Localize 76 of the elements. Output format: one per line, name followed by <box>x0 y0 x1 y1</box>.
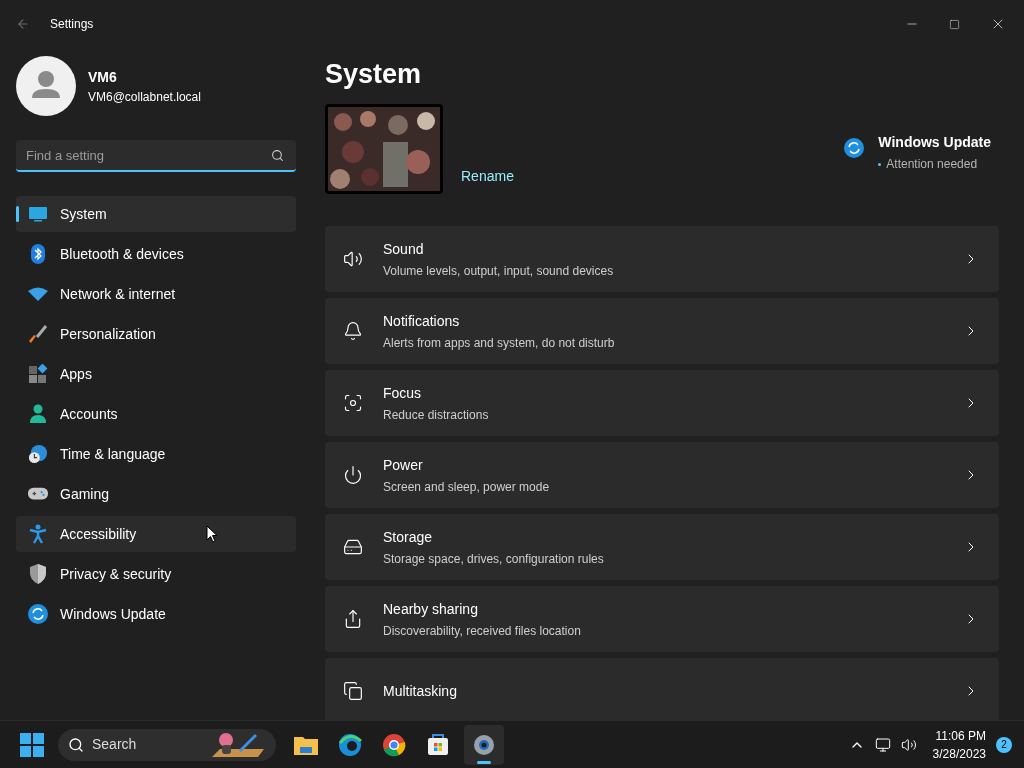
sidebar-item[interactable]: Gaming <box>16 476 296 512</box>
flower-pot-icon <box>210 730 266 759</box>
sidebar-item[interactable]: Windows Update <box>16 596 296 632</box>
selection-indicator <box>16 206 19 222</box>
accessibility-figure-icon <box>29 524 47 544</box>
card-subtitle: Volume levels, output, input, sound devices <box>383 262 615 280</box>
card-title: Notifications <box>383 311 461 331</box>
clock-date[interactable]: 3/28/2023 <box>932 744 986 763</box>
settings-card[interactable]: Power Screen and sleep, power mode <box>325 442 999 508</box>
sidebar-item[interactable]: Personalization <box>16 316 296 352</box>
start-button[interactable] <box>20 732 44 757</box>
search-field[interactable]: Find a setting <box>16 140 296 172</box>
volume-icon[interactable] <box>900 736 917 753</box>
sidebar-item[interactable]: Privacy & security <box>16 556 296 592</box>
drive-icon <box>343 537 363 557</box>
notification-count[interactable]: 2 <box>996 736 1012 753</box>
sidebar-item[interactable]: Bluetooth & devices <box>16 236 296 272</box>
gear-icon <box>472 732 496 757</box>
update-title[interactable]: Windows Update <box>878 132 991 153</box>
sidebar-item[interactable]: Apps <box>16 356 296 392</box>
shield-icon <box>29 564 47 584</box>
sidebar-item[interactable]: Accounts <box>16 396 296 432</box>
settings-card[interactable]: Nearby sharing Discoverability, received files location <box>325 586 999 652</box>
sidebar-item[interactable]: System <box>16 196 296 232</box>
paintbrush-icon <box>28 324 48 344</box>
bluetooth-icon <box>30 244 46 264</box>
apps-icon <box>28 364 48 384</box>
card-subtitle: Reduce distractions <box>383 406 490 424</box>
running-indicator <box>477 760 491 764</box>
settings-card[interactable]: Multitasking <box>325 658 999 720</box>
share-icon <box>343 609 363 629</box>
card-title: Focus <box>383 383 423 403</box>
settings-taskbar-button[interactable] <box>464 724 504 765</box>
card-subtitle: Storage space, drives, configuration rules <box>383 550 605 568</box>
sync-icon <box>844 138 865 158</box>
person-icon <box>29 404 47 424</box>
maximize-button[interactable] <box>949 18 960 30</box>
gamepad-icon <box>28 486 48 502</box>
focus-icon <box>343 393 363 413</box>
globe-clock-icon <box>28 443 48 465</box>
search-icon <box>68 736 84 753</box>
card-title: Sound <box>383 239 425 259</box>
search-icon <box>271 149 284 162</box>
mouse-pointer-icon <box>206 525 218 543</box>
settings-card[interactable]: Notifications Alerts from apps and system, do not disturb <box>325 298 999 364</box>
card-title: Power <box>383 455 424 475</box>
account-email: VM6@collabnet.local <box>88 88 201 106</box>
network-icon[interactable] <box>874 736 891 753</box>
settings-card[interactable]: Sound Volume levels, output, input, sound devices <box>325 226 999 292</box>
sync-icon <box>28 604 48 624</box>
sidebar-item[interactable]: Time & language <box>16 436 296 472</box>
card-subtitle: Discoverability, received files location <box>383 622 582 640</box>
settings-card[interactable]: Storage Storage space, drives, configuration rules <box>325 514 999 580</box>
taskbar-search[interactable]: Search <box>58 728 276 761</box>
avatar-icon <box>16 56 76 116</box>
card-subtitle: Screen and sleep, power mode <box>383 478 551 496</box>
page-title: System <box>325 58 423 91</box>
card-title: Multitasking <box>383 681 458 701</box>
update-status: Attention needed <box>886 156 978 173</box>
window-title: Settings <box>50 16 94 33</box>
wifi-icon <box>28 287 48 301</box>
speaker-icon <box>343 249 363 269</box>
sidebar-item[interactable]: Accessibility <box>16 516 296 552</box>
monitor-icon <box>28 206 48 222</box>
power-icon <box>343 465 363 485</box>
sidebar-item[interactable]: Network & internet <box>16 276 296 312</box>
back-button[interactable] <box>16 17 30 31</box>
card-title: Storage <box>383 527 434 547</box>
rename-link[interactable]: Rename <box>461 166 514 187</box>
settings-card[interactable]: Focus Reduce distractions <box>325 370 999 436</box>
clock-time[interactable]: 11:06 PM <box>935 726 986 745</box>
windows-icon <box>343 681 363 701</box>
bell-icon <box>343 321 363 341</box>
card-title: Nearby sharing <box>383 599 479 619</box>
account-name: VM6 <box>88 67 118 87</box>
card-subtitle: Alerts from apps and system, do not disturb <box>383 334 616 352</box>
